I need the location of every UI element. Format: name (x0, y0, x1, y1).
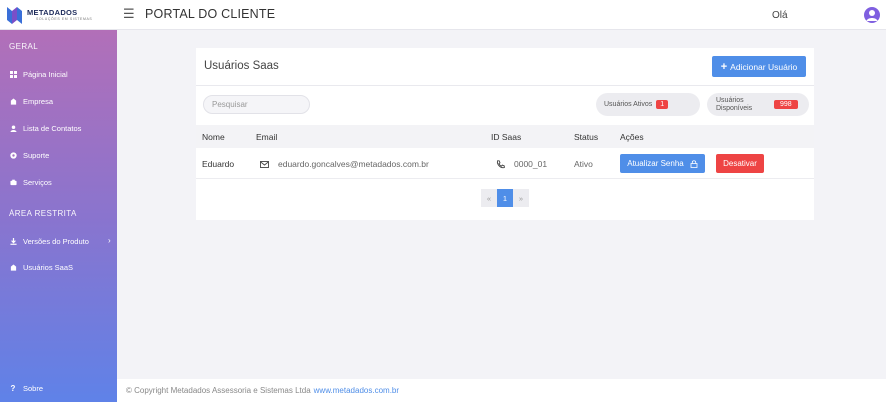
divider (196, 85, 814, 86)
user-status-cell: Ativo (574, 159, 593, 169)
support-icon (9, 151, 17, 159)
deactivate-button-label: Desativar (723, 159, 757, 168)
sidebar-item-product-versions[interactable]: Versões do Produto › (0, 232, 117, 250)
sidebar-item-saas-users[interactable]: Usuários SaaS (0, 258, 117, 276)
logo-mark-icon (7, 7, 22, 24)
saas-users-card: Usuários Saas + Adicionar Usuário Usuári… (196, 48, 814, 220)
page-title: PORTAL DO CLIENTE (145, 7, 276, 21)
sidebar-item-contacts[interactable]: Lista de Contatos (0, 119, 117, 137)
pagination: « 1 » (481, 189, 529, 207)
pagination-prev-button[interactable]: « (481, 189, 497, 207)
plus-icon: + (720, 60, 728, 73)
question-icon: ? (10, 383, 16, 393)
top-bar: METADADOS SOLUÇÕES EM SISTEMAS ☰ PORTAL … (0, 0, 886, 30)
available-users-label-line2: Disponíveis (716, 104, 753, 112)
update-password-button-label: Atualizar Senha (627, 159, 684, 168)
sidebar-item-label: Página Inicial (23, 69, 68, 79)
footer: © Copyright Metadados Assessoria e Siste… (117, 379, 886, 402)
sidebar-section-general: GERAL (9, 42, 39, 51)
sidebar-item-label: Versões do Produto (23, 236, 89, 246)
active-users-label: Usuários Ativos (604, 100, 653, 108)
column-header-email: Email (256, 132, 278, 142)
sidebar-item-label: Sobre (23, 383, 44, 393)
pagination-page-button[interactable]: 1 (497, 189, 513, 207)
building-icon (9, 97, 17, 105)
search-input[interactable] (203, 95, 310, 114)
column-header-id: ID Saas (491, 132, 522, 142)
logo[interactable]: METADADOS SOLUÇÕES EM SISTEMAS (7, 7, 119, 24)
services-icon (9, 178, 17, 186)
user-name-cell: Eduardo (202, 159, 235, 169)
sidebar-item-label: Lista de Contatos (23, 123, 82, 133)
available-users-badge: 998 (774, 100, 798, 109)
sidebar-item-label: Suporte (23, 150, 50, 160)
table-row: Eduardo eduardo.goncalves@metadados.com.… (196, 148, 814, 179)
lock-icon (690, 159, 698, 168)
sidebar: GERAL Página Inicial Empresa Lista de Co… (0, 30, 117, 402)
pagination-next-button[interactable]: » (513, 189, 529, 207)
sidebar-item-company[interactable]: Empresa (0, 92, 117, 110)
sidebar-section-restricted: ÁREA RESTRITA (9, 209, 77, 218)
copyright-text: © Copyright Metadados Assessoria e Siste… (126, 386, 311, 395)
greeting-text: Olá (772, 10, 788, 21)
user-id-cell: 0000_01 (514, 159, 548, 169)
active-users-pill: Usuários Ativos 1 (596, 93, 700, 116)
add-user-button-label: Adicionar Usuário (730, 61, 798, 72)
user-avatar-icon[interactable] (864, 7, 880, 23)
update-password-button[interactable]: Atualizar Senha (620, 154, 705, 173)
user-email-cell: eduardo.goncalves@metadados.com.br (278, 159, 429, 169)
envelope-icon (260, 161, 269, 168)
person-icon (866, 10, 878, 21)
active-users-badge: 1 (656, 100, 669, 109)
deactivate-button[interactable]: Desativar (716, 154, 764, 173)
logo-subtitle: SOLUÇÕES EM SISTEMAS (36, 17, 93, 21)
users-icon (9, 263, 17, 271)
download-icon (9, 237, 17, 245)
available-users-label-line1: Usuários (716, 96, 744, 104)
logo-text: METADADOS (27, 8, 78, 17)
sidebar-item-home[interactable]: Página Inicial (0, 65, 117, 83)
sidebar-item-services[interactable]: Serviços (0, 173, 117, 191)
available-users-label: Usuários Disponíveis (716, 97, 774, 112)
sidebar-item-about[interactable]: ? Sobre (0, 379, 117, 397)
sidebar-item-label: Usuários SaaS (23, 262, 74, 272)
grid-icon (9, 70, 17, 78)
column-header-actions: Ações (620, 132, 644, 142)
footer-link[interactable]: www.metadados.com.br (314, 386, 399, 395)
available-users-pill: Usuários Disponíveis 998 (707, 93, 809, 116)
sidebar-item-support[interactable]: Suporte (0, 146, 117, 164)
sidebar-item-label: Serviços (23, 177, 52, 187)
sidebar-item-label: Empresa (23, 96, 54, 106)
phone-icon (496, 160, 505, 169)
chevron-right-icon: › (108, 236, 111, 245)
contacts-icon (9, 124, 17, 132)
table-header: Nome Email ID Saas Status Ações (196, 125, 814, 148)
column-header-name: Nome (202, 132, 225, 142)
menu-toggle-icon[interactable]: ☰ (123, 7, 135, 20)
card-title: Usuários Saas (204, 60, 279, 72)
column-header-status: Status (574, 132, 599, 142)
add-user-button[interactable]: + Adicionar Usuário (712, 56, 806, 77)
